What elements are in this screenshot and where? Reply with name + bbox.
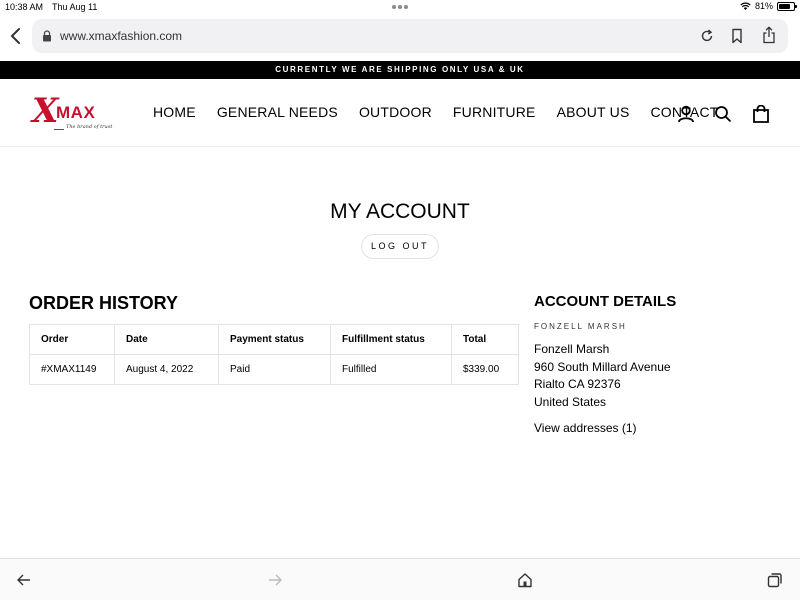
- column-header-fulfillment-status: Fulfillment status: [330, 324, 452, 355]
- browser-bottom-toolbar: [0, 558, 800, 600]
- logo-text: MAX: [56, 103, 96, 122]
- account-details-heading: ACCOUNT DETAILS: [534, 293, 677, 310]
- main-nav: HOME GENERAL NEEDS OUTDOOR FURNITURE ABO…: [153, 104, 719, 120]
- table-row: #XMAX1149 August 4, 2022 Paid Fulfilled …: [29, 354, 519, 385]
- multitasking-dots-icon[interactable]: [392, 5, 408, 9]
- account-name: FONZELL MARSH: [534, 322, 627, 331]
- site-header: X MAX The brand of trust HOME GENERAL NE…: [0, 79, 800, 147]
- table-header-row: Order Date Payment status Fulfillment st…: [29, 324, 519, 355]
- order-history-table: Order Date Payment status Fulfillment st…: [29, 324, 519, 385]
- account-address: Fonzell Marsh 960 South Millard Avenue R…: [534, 341, 671, 411]
- url-text: www.xmaxfashion.com: [60, 29, 183, 43]
- status-bar: 10:38 AM Thu Aug 11 81%: [0, 0, 800, 14]
- page-title: MY ACCOUNT: [330, 200, 470, 223]
- url-field[interactable]: www.xmaxfashion.com: [32, 19, 788, 53]
- nav-about-us[interactable]: ABOUT US: [557, 104, 630, 120]
- battery-icon: [777, 1, 797, 11]
- logo-letter: X: [32, 91, 59, 131]
- order-history-heading: ORDER HISTORY: [29, 293, 179, 313]
- browser-toolbar: www.xmaxfashion.com: [0, 16, 800, 56]
- order-payment-status: Paid: [218, 354, 331, 385]
- forward-arrow-icon[interactable]: [267, 572, 283, 588]
- cart-icon[interactable]: [752, 105, 770, 123]
- address-line: United States: [534, 394, 607, 409]
- share-icon[interactable]: [762, 26, 776, 44]
- address-line: Rialto CA 92376: [534, 377, 621, 391]
- order-number-link[interactable]: #XMAX1149: [29, 354, 115, 385]
- nav-outdoor[interactable]: OUTDOOR: [359, 104, 432, 120]
- address-line: 960 South Millard Avenue: [534, 359, 671, 374]
- tabs-icon[interactable]: [767, 572, 783, 588]
- site-logo[interactable]: X MAX The brand of trust: [30, 91, 116, 137]
- nav-furniture[interactable]: FURNITURE: [453, 104, 536, 120]
- status-date: Thu Aug 11: [52, 2, 98, 12]
- column-header-payment-status: Payment status: [218, 324, 331, 355]
- search-icon[interactable]: [714, 105, 732, 123]
- order-fulfillment-status: Fulfilled: [330, 354, 452, 385]
- column-header-date: Date: [114, 324, 219, 355]
- battery-percent: 81%: [754, 1, 773, 11]
- nav-general-needs[interactable]: GENERAL NEEDS: [217, 104, 338, 120]
- wifi-icon: [740, 2, 751, 10]
- back-chevron-icon[interactable]: [8, 26, 24, 46]
- lock-icon: [43, 30, 51, 42]
- address-line: Fonzell Marsh: [534, 342, 610, 356]
- account-icon[interactable]: [677, 105, 695, 123]
- column-header-total: Total: [451, 324, 519, 355]
- nav-home[interactable]: HOME: [153, 104, 196, 120]
- reload-icon[interactable]: [700, 29, 714, 43]
- order-total: $339.00: [451, 354, 519, 385]
- column-header-order: Order: [29, 324, 115, 355]
- back-arrow-icon[interactable]: [16, 572, 32, 588]
- announcement-bar: CURRENTLY WE ARE SHIPPING ONLY USA & UK: [0, 61, 800, 79]
- bookmark-icon[interactable]: [730, 28, 744, 44]
- status-time: 10:38 AM: [5, 2, 44, 12]
- home-icon[interactable]: [517, 572, 533, 588]
- logout-button[interactable]: LOG OUT: [361, 234, 439, 259]
- view-addresses-link[interactable]: View addresses (1): [534, 421, 637, 435]
- logo-tagline: The brand of trust: [64, 124, 115, 130]
- order-date: August 4, 2022: [114, 354, 219, 385]
